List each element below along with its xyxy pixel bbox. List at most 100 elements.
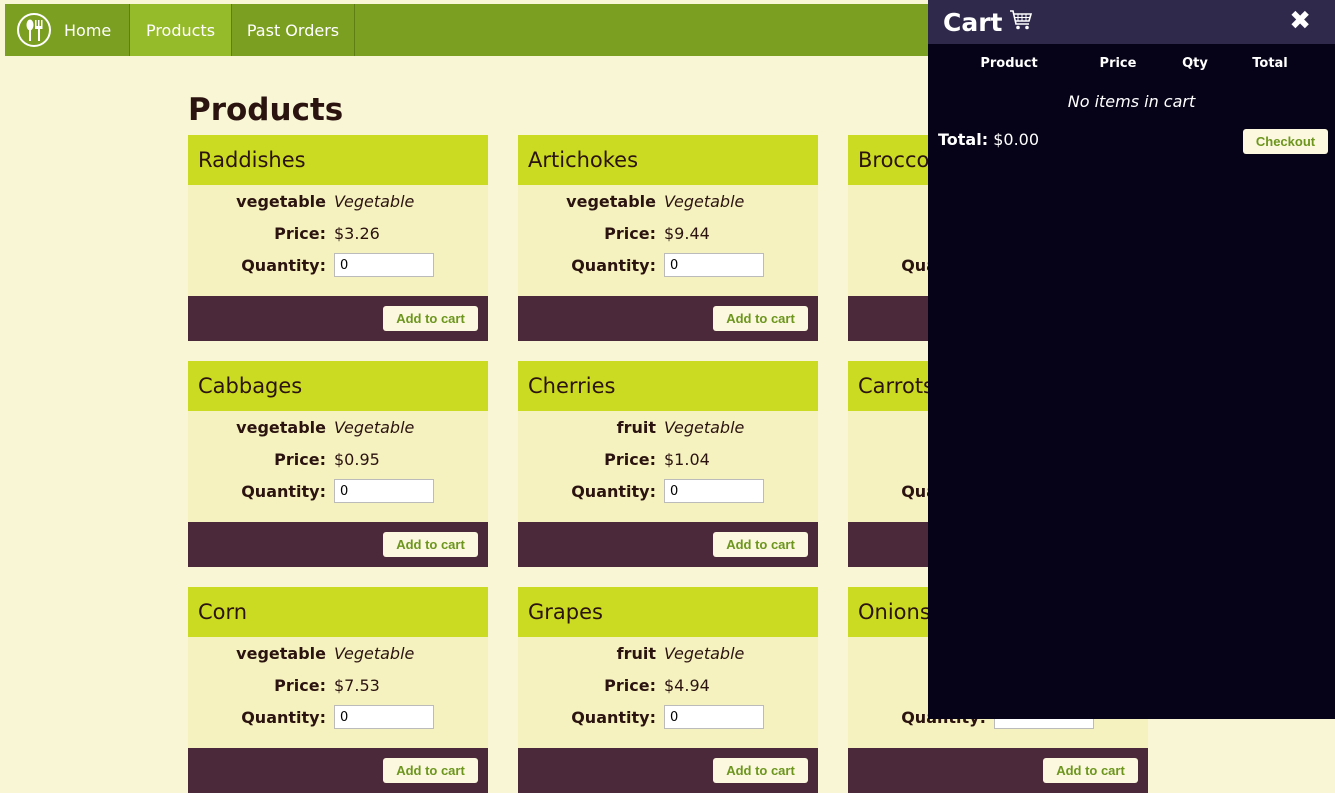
product-details: vegetable Vegetable Price: $0.95 Quantit… [188, 411, 488, 522]
product-quantity-row: Quantity: [188, 479, 488, 503]
product-name: Cabbages [188, 361, 488, 411]
price-label: Price: [604, 675, 656, 695]
price-label: Price: [604, 449, 656, 469]
quantity-input[interactable] [664, 253, 764, 277]
product-details: vegetable Vegetable Price: $9.44 Quantit… [518, 185, 818, 296]
product-price: $7.53 [334, 675, 380, 695]
product-category: vegetable [566, 191, 656, 211]
cart-panel: Cart ✖ Product Price Qty Total No items … [928, 0, 1335, 719]
nav-home-label: Home [64, 20, 112, 40]
product-price-row: Price: $9.44 [518, 221, 818, 245]
product-type: Vegetable [664, 191, 745, 211]
add-to-cart-button[interactable]: Add to cart [713, 532, 808, 557]
product-card-footer: Add to cart [848, 748, 1148, 793]
price-label: Price: [274, 223, 326, 243]
add-to-cart-button[interactable]: Add to cart [713, 306, 808, 331]
product-category: vegetable [236, 643, 326, 663]
product-type: Vegetable [334, 191, 415, 211]
quantity-label: Quantity: [571, 481, 656, 501]
add-to-cart-button[interactable]: Add to cart [383, 758, 478, 783]
product-card: Grapes fruit Vegetable Price: $4.94 Quan… [518, 587, 818, 793]
product-details: vegetable Vegetable Price: $3.26 Quantit… [188, 185, 488, 296]
add-to-cart-button[interactable]: Add to cart [713, 758, 808, 783]
quantity-label: Quantity: [571, 707, 656, 727]
product-category-row: vegetable Vegetable [518, 189, 818, 213]
quantity-input[interactable] [664, 705, 764, 729]
restaurant-logo-icon [17, 13, 51, 47]
cart-col-total: Total [1252, 56, 1288, 71]
product-card-footer: Add to cart [188, 748, 488, 793]
cart-header: Cart ✖ [928, 0, 1335, 44]
nav-products[interactable]: Products [130, 4, 232, 56]
product-card: Artichokes vegetable Vegetable Price: $9… [518, 135, 818, 341]
product-category: fruit [616, 417, 656, 437]
quantity-label: Quantity: [241, 707, 326, 727]
product-price: $0.95 [334, 449, 380, 469]
product-quantity-row: Quantity: [518, 253, 818, 277]
product-price-row: Price: $7.53 [188, 673, 488, 697]
price-label: Price: [604, 223, 656, 243]
product-card-footer: Add to cart [188, 522, 488, 567]
product-quantity-row: Quantity: [188, 253, 488, 277]
product-name: Grapes [518, 587, 818, 637]
product-details: vegetable Vegetable Price: $7.53 Quantit… [188, 637, 488, 748]
product-category-row: vegetable Vegetable [188, 641, 488, 665]
product-price: $4.94 [664, 675, 710, 695]
quantity-label: Quantity: [571, 255, 656, 275]
product-type: Vegetable [664, 643, 745, 663]
product-quantity-row: Quantity: [518, 479, 818, 503]
product-card-footer: Add to cart [188, 296, 488, 341]
product-card: Raddishes vegetable Vegetable Price: $3.… [188, 135, 488, 341]
quantity-input[interactable] [664, 479, 764, 503]
nav-past-orders[interactable]: Past Orders [232, 4, 355, 56]
cart-total-label: Total: [938, 130, 989, 149]
nav-past-orders-label: Past Orders [246, 20, 340, 40]
product-category-row: vegetable Vegetable [188, 189, 488, 213]
product-price: $1.04 [664, 449, 710, 469]
product-details: fruit Vegetable Price: $4.94 Quantity: [518, 637, 818, 748]
add-to-cart-button[interactable]: Add to cart [383, 306, 478, 331]
cart-total: Total: $0.00 [938, 130, 1039, 149]
product-category: vegetable [236, 417, 326, 437]
cart-empty-message: No items in cart [1067, 92, 1196, 111]
product-details: fruit Vegetable Price: $1.04 Quantity: [518, 411, 818, 522]
quantity-input[interactable] [334, 253, 434, 277]
product-price: $9.44 [664, 223, 710, 243]
product-name: Artichokes [518, 135, 818, 185]
product-type: Vegetable [334, 417, 415, 437]
product-name: Cherries [518, 361, 818, 411]
product-type: Vegetable [334, 643, 415, 663]
cart-col-price: Price [1099, 56, 1137, 71]
product-category-row: vegetable Vegetable [188, 415, 488, 439]
product-category: fruit [616, 643, 656, 663]
product-card: Corn vegetable Vegetable Price: $7.53 Qu… [188, 587, 488, 793]
quantity-label: Quantity: [241, 481, 326, 501]
product-type: Vegetable [664, 417, 745, 437]
product-name: Corn [188, 587, 488, 637]
product-quantity-row: Quantity: [188, 705, 488, 729]
product-price-row: Price: $0.95 [188, 447, 488, 471]
product-category: vegetable [236, 191, 326, 211]
cart-col-qty: Qty [1182, 56, 1208, 71]
checkout-button[interactable]: Checkout [1243, 129, 1328, 154]
product-price-row: Price: $4.94 [518, 673, 818, 697]
price-label: Price: [274, 449, 326, 469]
shopping-cart-icon [1009, 9, 1033, 35]
add-to-cart-button[interactable]: Add to cart [383, 532, 478, 557]
close-cart-icon[interactable]: ✖ [1289, 6, 1311, 36]
price-label: Price: [274, 675, 326, 695]
product-card: Cherries fruit Vegetable Price: $1.04 Qu… [518, 361, 818, 567]
nav-products-label: Products [145, 20, 216, 40]
add-to-cart-button[interactable]: Add to cart [1043, 758, 1138, 783]
product-category-row: fruit Vegetable [518, 415, 818, 439]
quantity-input[interactable] [334, 479, 434, 503]
product-name: Raddishes [188, 135, 488, 185]
product-card-footer: Add to cart [518, 296, 818, 341]
page-title: Products [188, 92, 344, 128]
quantity-input[interactable] [334, 705, 434, 729]
product-quantity-row: Quantity: [518, 705, 818, 729]
cart-total-value: $0.00 [993, 130, 1040, 149]
cart-table-header: Product Price Qty Total [928, 56, 1335, 74]
nav-home[interactable]: Home [5, 4, 130, 56]
product-price-row: Price: $3.26 [188, 221, 488, 245]
